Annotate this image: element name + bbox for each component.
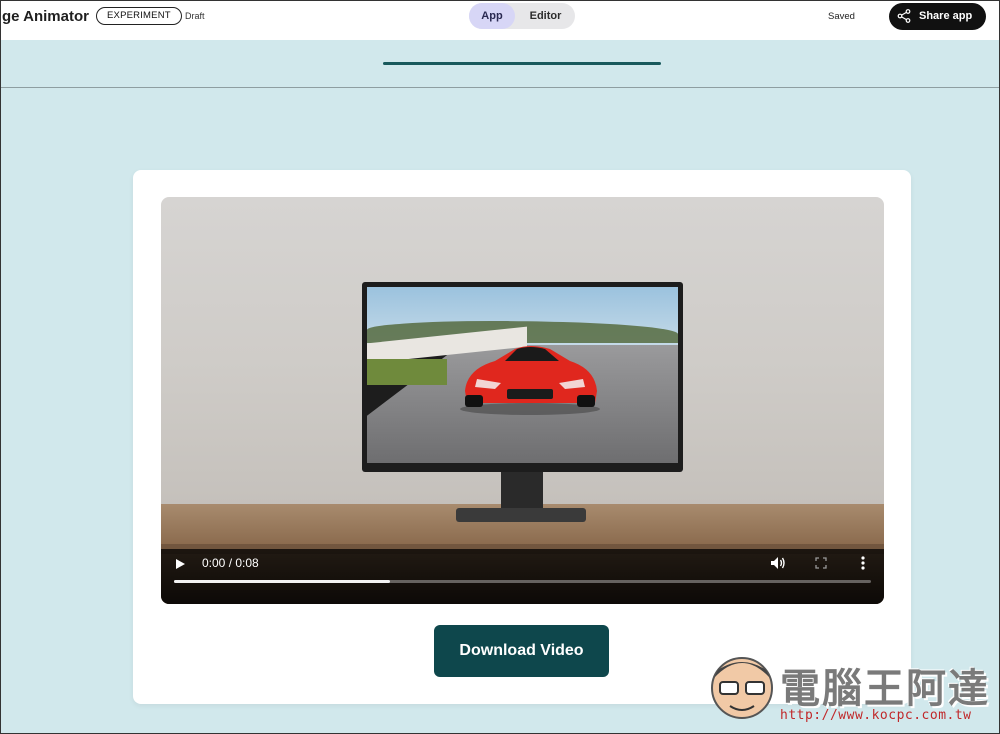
video-seek-bar[interactable] <box>174 580 871 583</box>
play-icon[interactable] <box>174 558 186 570</box>
watermark-url: http://www.kocpc.com.tw <box>780 708 972 723</box>
monitor-stand <box>501 472 543 510</box>
view-switcher: App Editor <box>469 3 575 29</box>
video-player[interactable]: 0:00 / 0:08 <box>161 197 884 604</box>
monitor-base <box>456 508 586 522</box>
share-label: Share app <box>919 10 973 22</box>
watermark: 電腦王阿達 http://www.kocpc.com.tw <box>706 646 996 730</box>
tab-editor[interactable]: Editor <box>518 3 573 29</box>
experiment-badge: EXPERIMENT <box>96 7 182 25</box>
tab-app[interactable]: App <box>469 3 515 29</box>
save-status: Saved <box>828 11 855 22</box>
share-app-button[interactable]: Share app <box>889 3 986 30</box>
red-sports-car-image <box>460 346 600 415</box>
fullscreen-icon[interactable] <box>815 557 827 569</box>
top-bar: ge Animator EXPERIMENT Draft App Editor … <box>0 0 1000 40</box>
more-options-icon[interactable] <box>858 555 868 571</box>
watermark-text: 電腦王阿達 <box>780 667 990 711</box>
share-icon <box>897 9 911 23</box>
output-card: 0:00 / 0:08 Download Video <box>133 170 911 704</box>
monitor-screen <box>367 287 678 463</box>
video-controls: 0:00 / 0:08 <box>161 549 884 604</box>
video-seek-progress <box>174 580 391 583</box>
section-divider <box>0 87 1000 88</box>
volume-icon[interactable] <box>770 555 786 571</box>
video-time: 0:00 / 0:08 <box>202 556 259 570</box>
draft-status: Draft <box>185 11 205 21</box>
video-monitor-image <box>362 282 683 472</box>
download-video-button[interactable]: Download Video <box>434 625 609 677</box>
loading-progress-bar <box>383 62 661 65</box>
mascot-logo-icon <box>711 657 773 719</box>
screen-grass <box>367 359 447 385</box>
app-title: ge Animator <box>2 8 89 25</box>
